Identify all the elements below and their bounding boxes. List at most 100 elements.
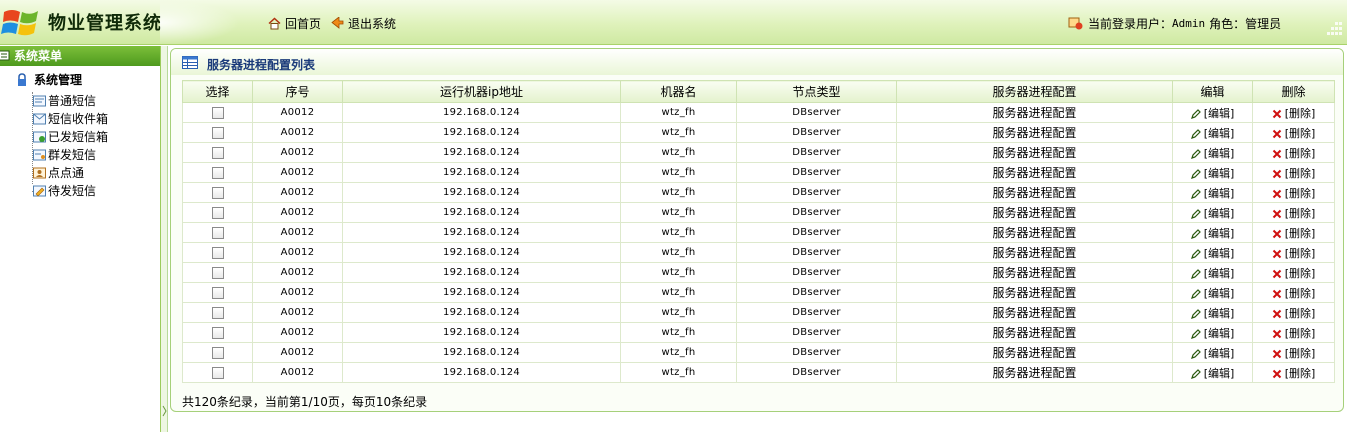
splitter-handle-icon[interactable] [162, 396, 167, 426]
delete-label: [删除] [1284, 226, 1316, 240]
home-link[interactable]: 回首页 [268, 15, 321, 32]
edit-label: [编辑] [1203, 346, 1235, 360]
delete-button[interactable]: [删除] [1272, 247, 1315, 260]
cell-machine-name: wtz_fh [620, 302, 737, 323]
edit-button[interactable]: [编辑] [1190, 286, 1235, 300]
edit-button[interactable]: [编辑] [1190, 346, 1235, 360]
delete-button[interactable]: [删除] [1272, 307, 1315, 320]
row-checkbox[interactable] [211, 327, 224, 339]
row-select-cell [182, 362, 253, 383]
cell-machine-name: wtz_fh [620, 242, 737, 263]
delete-button[interactable]: [删除] [1272, 347, 1315, 360]
delete-button[interactable]: [删除] [1272, 287, 1315, 300]
delete-button[interactable]: [删除] [1272, 327, 1315, 340]
edit-button[interactable]: [编辑] [1190, 227, 1234, 240]
edit-button[interactable]: [编辑] [1190, 247, 1234, 260]
sidebar-splitter[interactable] [161, 46, 168, 432]
row-checkbox[interactable] [211, 207, 224, 219]
cell-process-config-link[interactable]: 服务器进程配置 [896, 102, 1173, 123]
sidebar-item-sent-sms-box[interactable]: 已发短信箱 [32, 128, 160, 146]
pencil-icon [1190, 148, 1201, 159]
home-icon [268, 17, 281, 30]
cell-node-type: DBserver [736, 122, 897, 143]
cell-ip: 192.168.0.124 [342, 222, 621, 243]
cell-process-config-link[interactable]: 服务器进程配置 [896, 202, 1173, 223]
pencil-icon [1190, 228, 1201, 239]
cell-delete: [删除] [1252, 182, 1335, 203]
delete-button[interactable]: [删除] [1272, 127, 1315, 140]
cell-machine-name: wtz_fh [620, 142, 737, 163]
row-checkbox[interactable] [211, 167, 224, 179]
delete-button[interactable]: [删除] [1272, 367, 1315, 380]
edit-button[interactable]: [编辑] [1190, 367, 1234, 380]
cell-edit: [编辑] [1172, 102, 1253, 123]
delete-button[interactable]: [删除] [1272, 206, 1316, 220]
role-prefix: 角色： [1209, 17, 1246, 31]
cell-process-config-link[interactable]: 服务器进程配置 [896, 122, 1173, 143]
delete-label: [删除] [1284, 206, 1316, 220]
row-checkbox[interactable] [211, 367, 224, 379]
sidebar-item-pending-sms[interactable]: 待发短信 [32, 182, 160, 200]
row-checkbox[interactable] [211, 107, 224, 119]
cell-process-config-link[interactable]: 服务器进程配置 [896, 142, 1173, 163]
cell-process-config-link[interactable]: 服务器进程配置 [896, 302, 1173, 323]
cell-process-config-link[interactable]: 服务器进程配置 [896, 222, 1173, 243]
cell-process-config-link[interactable]: 服务器进程配置 [896, 242, 1173, 263]
delete-button[interactable]: [删除] [1272, 226, 1316, 240]
edit-label: [编辑] [1203, 166, 1235, 180]
delete-button[interactable]: [删除] [1272, 187, 1315, 200]
cell-process-config-link[interactable]: 服务器进程配置 [896, 282, 1173, 303]
panel-header: 服务器进程配置列表 [171, 49, 1343, 75]
edit-button[interactable]: [编辑] [1190, 127, 1234, 140]
cell-serial: A0012 [252, 362, 343, 383]
pencil-icon [1190, 208, 1201, 219]
sidebar-group-system-management[interactable]: 系统管理 [0, 72, 160, 88]
row-checkbox[interactable] [211, 187, 224, 199]
row-checkbox[interactable] [211, 287, 224, 299]
delete-button[interactable]: [删除] [1272, 147, 1315, 160]
row-checkbox[interactable] [211, 347, 224, 359]
cell-serial: A0012 [252, 302, 343, 323]
cell-process-config-link[interactable]: 服务器进程配置 [896, 162, 1173, 183]
delete-button[interactable]: [删除] [1272, 107, 1315, 120]
cell-node-type: DBserver [736, 342, 897, 363]
menu-icon [0, 50, 10, 61]
decorative-dots-icon [1327, 22, 1342, 35]
cell-edit: [编辑] [1172, 202, 1253, 223]
row-checkbox[interactable] [211, 247, 224, 259]
edit-button[interactable]: [编辑] [1190, 307, 1234, 320]
row-checkbox[interactable] [211, 227, 224, 239]
edit-label: [编辑] [1203, 286, 1235, 300]
edit-button[interactable]: [编辑] [1190, 107, 1234, 120]
cell-process-config-link[interactable]: 服务器进程配置 [896, 322, 1173, 343]
sidebar-item-group-sms[interactable]: 群发短信 [32, 146, 160, 164]
logout-link[interactable]: 退出系统 [331, 15, 396, 32]
edit-button[interactable]: [编辑] [1190, 327, 1234, 340]
edit-button[interactable]: [编辑] [1190, 267, 1234, 280]
sidebar-item-diandiantong[interactable]: 点点通 [32, 164, 160, 182]
pencil-icon [1190, 188, 1201, 199]
row-checkbox[interactable] [211, 267, 224, 279]
edit-button[interactable]: [编辑] [1190, 207, 1234, 220]
cell-process-config-link[interactable]: 服务器进程配置 [896, 342, 1173, 363]
delete-button[interactable]: [删除] [1272, 167, 1315, 180]
cell-process-config-link[interactable]: 服务器进程配置 [896, 262, 1173, 283]
cell-process-config-link[interactable]: 服务器进程配置 [896, 182, 1173, 203]
row-checkbox[interactable] [211, 147, 224, 159]
windows-logo-icon [1, 10, 38, 36]
delete-button[interactable]: [删除] [1272, 267, 1315, 280]
row-checkbox[interactable] [211, 127, 224, 139]
cell-delete: [删除] [1252, 302, 1335, 323]
cell-process-config-link[interactable]: 服务器进程配置 [896, 362, 1173, 383]
row-checkbox[interactable] [211, 307, 224, 319]
sidebar-title: 系统菜单 [0, 46, 160, 66]
cell-edit: [编辑] [1172, 342, 1253, 363]
edit-button[interactable]: [编辑] [1190, 147, 1234, 160]
edit-button[interactable]: [编辑] [1190, 187, 1234, 200]
sidebar-item-sms-inbox[interactable]: 短信收件箱 [32, 110, 160, 128]
row-select-cell [182, 302, 253, 323]
cell-machine-name: wtz_fh [620, 282, 737, 303]
sidebar-item-normal-sms[interactable]: 普通短信 [32, 92, 160, 110]
cell-edit: [编辑] [1172, 322, 1253, 343]
edit-button[interactable]: [编辑] [1190, 166, 1235, 180]
